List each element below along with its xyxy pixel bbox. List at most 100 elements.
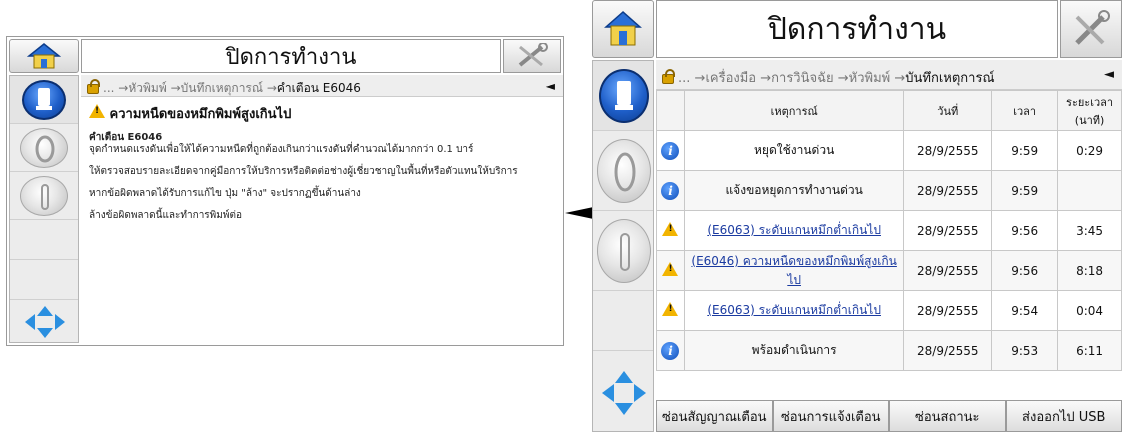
date-cell: 28/9/2555 <box>903 130 993 171</box>
page-title: ปิดการทำงาน <box>81 39 501 73</box>
header-icon <box>656 90 685 131</box>
duration-cell: 3:45 <box>1057 210 1122 251</box>
table-row[interactable]: (E6046) ความหนืดของหมึกพิมพ์สูงเกินไป 28… <box>656 250 1122 291</box>
wrench-screwdriver-icon <box>1075 10 1110 45</box>
lock-icon <box>87 79 100 94</box>
warning-heading: ความหนืดของหมึกพิมพ์สูงเกินไป <box>81 97 563 126</box>
printer-status-button[interactable] <box>22 80 66 120</box>
time-cell: 9:59 <box>991 130 1059 171</box>
home-button[interactable] <box>9 39 79 73</box>
side-slot-3 <box>593 211 653 291</box>
warning-icon <box>662 262 679 276</box>
message-content: ... →หัวพิมพ์ →บันทึกเหตุการณ์ →คำเตือน … <box>81 75 563 343</box>
side-slot-nav <box>593 351 653 431</box>
hide-alarms-button[interactable]: ซ่อนสัญญาณเตือน <box>656 400 773 432</box>
printer-status-button[interactable] <box>599 69 649 123</box>
tools-button[interactable] <box>1060 0 1122 58</box>
side-slot-5 <box>10 260 78 300</box>
warning-heading-text: ความหนืดของหมึกพิมพ์สูงเกินไป <box>109 107 292 122</box>
breadcrumb-current: คำเตือน E6046 <box>276 81 361 95</box>
breadcrumb-ellipsis[interactable]: ... <box>678 71 690 86</box>
page-title: ปิดการทำงาน <box>656 0 1058 58</box>
breadcrumb-ellipsis[interactable]: ... <box>103 81 114 95</box>
hide-warnings-button[interactable]: ซ่อนการแจ้งเตือน <box>772 400 889 432</box>
navigation-button[interactable] <box>23 304 67 344</box>
table-row[interactable]: (E6063) ระดับแกนหมึกต่ำเกินไป 28/9/2555 … <box>656 210 1122 251</box>
breadcrumb-item-event-log[interactable]: บันทึกเหตุการณ์ <box>181 81 263 95</box>
table-header-row: เหตุการณ์ วันที่ เวลา ระยะเวลา (นาที) <box>656 90 1122 131</box>
jet-on-icon <box>614 152 636 192</box>
breadcrumb-item-printhead[interactable]: หัวพิมพ์ <box>128 81 166 95</box>
start-jet-button[interactable] <box>597 139 651 203</box>
time-cell: 9:53 <box>991 330 1059 371</box>
left-screen: ปิดการทำงาน ... →หัวพิมพ์ →บันทึกเหตุการ… <box>6 36 564 346</box>
wrench-screwdriver-icon <box>518 43 548 67</box>
tools-button[interactable] <box>503 39 561 73</box>
back-arrow-icon[interactable]: ◄ <box>546 79 555 93</box>
event-link[interactable]: (E6063) ระดับแกนหมึกต่ำเกินไป <box>707 223 881 237</box>
date-cell: 28/9/2555 <box>903 330 993 371</box>
navigation-button[interactable] <box>600 369 648 421</box>
header-event[interactable]: เหตุการณ์ <box>683 90 905 131</box>
date-cell: 28/9/2555 <box>903 290 993 331</box>
side-slot-status <box>10 76 78 124</box>
warning-code: คำเตือน E6046 <box>89 132 163 143</box>
duration-cell <box>1057 170 1122 211</box>
date-cell: 28/9/2555 <box>903 210 993 251</box>
table-row[interactable]: i แจ้งขอหยุดการทำงานด่วน 28/9/2555 9:59 <box>656 170 1122 211</box>
export-usb-button[interactable]: ส่งออกไป USB <box>1005 400 1122 432</box>
warning-clear-hint: หากข้อผิดพลาดได้รับการแก้ไข ปุ่ม "ล้าง" … <box>89 188 361 199</box>
duration-cell: 6:11 <box>1057 330 1122 371</box>
four-way-arrow-icon <box>25 306 65 338</box>
table-row[interactable]: i หยุดใช้งานด่วน 28/9/2555 9:59 0:29 <box>656 130 1122 171</box>
date-cell: 28/9/2555 <box>903 170 993 211</box>
info-icon: i <box>661 341 680 360</box>
lock-icon <box>662 69 675 84</box>
back-arrow-icon[interactable]: ◄ <box>1104 67 1114 82</box>
table-row[interactable]: i พร้อมดำเนินการ 28/9/2555 9:53 6:11 <box>656 330 1122 371</box>
hide-status-button[interactable]: ซ่อนสถานะ <box>889 400 1006 432</box>
breadcrumb-item-printhead[interactable]: หัวพิมพ์ <box>849 71 891 86</box>
side-slot-nav <box>10 300 78 344</box>
stop-jet-button[interactable] <box>20 176 68 216</box>
right-screen: ปิดการทำงาน ... →เครื่องมือ →การวินิจฉัย… <box>592 0 1123 432</box>
jet-on-icon <box>35 135 55 163</box>
breadcrumb-item-tools[interactable]: เครื่องมือ <box>705 71 756 86</box>
breadcrumb: ... →หัวพิมพ์ →บันทึกเหตุการณ์ →คำเตือน … <box>81 75 563 97</box>
event-cell: หยุดใช้งานด่วน <box>683 130 905 171</box>
side-nav <box>592 60 654 432</box>
printer-icon <box>36 88 52 110</box>
jet-off-icon <box>41 184 49 210</box>
four-way-arrow-icon <box>602 371 646 415</box>
warning-icon <box>662 222 679 236</box>
duration-cell: 8:18 <box>1057 250 1122 291</box>
event-link[interactable]: (E6046) ความหนืดของหมึกพิมพ์สูงเกินไป <box>691 254 896 287</box>
start-jet-button[interactable] <box>20 128 68 168</box>
stop-jet-button[interactable] <box>597 219 651 283</box>
table-row[interactable]: (E6063) ระดับแกนหมึกต่ำเกินไป 28/9/2555 … <box>656 290 1122 331</box>
side-slot-4 <box>10 220 78 260</box>
duration-cell: 0:29 <box>1057 130 1122 171</box>
side-slot-4 <box>593 291 653 351</box>
warning-icon <box>89 104 105 118</box>
side-nav <box>9 75 79 343</box>
warning-action: ให้ตรวจสอบรายละเอียดจากคู่มือการให้บริกา… <box>89 166 518 177</box>
header-duration[interactable]: ระยะเวลา (นาที) <box>1057 90 1122 131</box>
event-link[interactable]: (E6063) ระดับแกนหมึกต่ำเกินไป <box>707 303 881 317</box>
breadcrumb-current: บันทึกเหตุการณ์ <box>905 71 995 86</box>
side-slot-2 <box>593 131 653 211</box>
side-slot-2 <box>10 124 78 172</box>
info-icon: i <box>661 141 680 160</box>
header-time[interactable]: เวลา <box>991 90 1059 131</box>
header-date[interactable]: วันที่ <box>903 90 993 131</box>
info-icon: i <box>661 181 680 200</box>
time-cell: 9:56 <box>991 210 1059 251</box>
side-slot-3 <box>10 172 78 220</box>
breadcrumb: ... →เครื่องมือ →การวินิจฉัย →หัวพิมพ์ →… <box>656 60 1122 90</box>
home-button[interactable] <box>592 0 654 58</box>
warning-clear-action: ล้างข้อผิดพลาดนี้และทำการพิมพ์ต่อ <box>89 210 242 221</box>
home-icon <box>604 10 642 46</box>
printer-icon <box>615 81 633 110</box>
event-log-table: เหตุการณ์ วันที่ เวลา ระยะเวลา (นาที) i … <box>656 90 1122 371</box>
breadcrumb-item-diagnostics[interactable]: การวินิจฉัย <box>771 71 833 86</box>
